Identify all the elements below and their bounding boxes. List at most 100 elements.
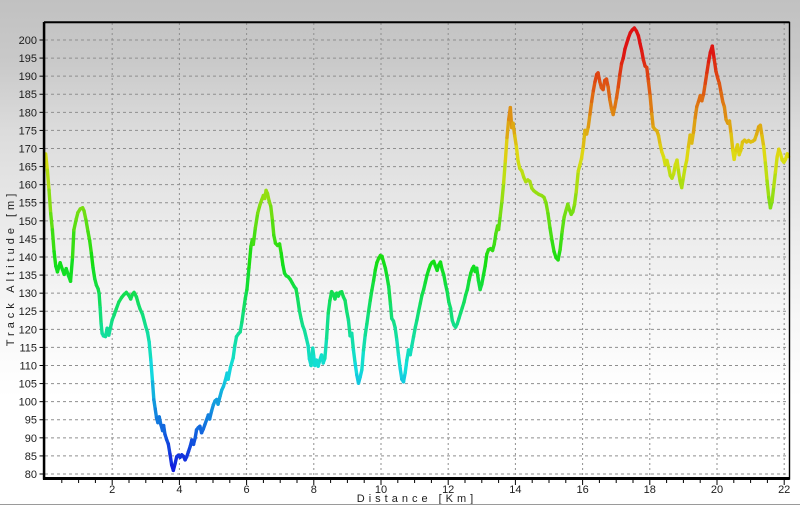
y-axis-title: Track Altitude [m]: [5, 190, 17, 347]
tick-labels: 8085909510010511011512012513013514014515…: [19, 35, 791, 496]
track-segment: [650, 96, 652, 114]
track-segment: [244, 299, 246, 311]
track-segment: [582, 147, 584, 158]
track-segment: [71, 257, 73, 281]
track-segment: [151, 360, 153, 382]
track-segment: [281, 253, 283, 265]
y-tick-label: 170: [19, 143, 37, 155]
track-segment: [775, 157, 777, 172]
y-tick-label: 110: [19, 360, 37, 372]
track-segment: [395, 328, 397, 340]
track-segment: [451, 308, 453, 320]
track-segment: [772, 186, 774, 200]
track-segment: [576, 171, 578, 192]
y-tick-label: 95: [25, 415, 37, 427]
track-segment: [608, 87, 610, 100]
y-tick-label: 80: [25, 469, 37, 481]
axis-ticks: [40, 40, 785, 485]
y-tick-label: 155: [19, 198, 37, 210]
track-segment: [648, 82, 650, 96]
track-segment: [51, 214, 53, 230]
track-segment: [228, 367, 230, 379]
track-segment: [787, 154, 788, 157]
track-segment: [362, 350, 364, 370]
track-segment: [712, 46, 714, 60]
track-segment: [389, 287, 391, 304]
track-segment: [369, 300, 371, 311]
y-tick-label: 150: [19, 216, 37, 228]
track-segment: [590, 101, 592, 114]
track-segment: [767, 181, 769, 197]
track-segment: [325, 338, 327, 358]
track-segment: [272, 221, 273, 235]
track-segment: [47, 170, 49, 190]
y-tick-label: 195: [19, 53, 37, 65]
x-tick-label: 14: [509, 484, 521, 496]
y-tick-label: 175: [19, 125, 37, 137]
track-segment: [233, 346, 235, 358]
x-tick-label: 18: [644, 484, 656, 496]
track-segment: [500, 201, 502, 215]
track-segment: [714, 60, 716, 72]
track-segment: [242, 310, 244, 322]
track-segment: [502, 183, 504, 201]
x-tick-label: 2: [109, 484, 115, 496]
track-segment: [507, 120, 509, 138]
track-segment: [765, 163, 767, 181]
y-tick-label: 130: [19, 288, 37, 300]
track-segment: [562, 217, 564, 231]
y-tick-label: 190: [19, 71, 37, 83]
track-segment: [352, 333, 354, 350]
x-tick-label: 16: [576, 484, 588, 496]
track-segment: [647, 67, 649, 81]
track-segment: [560, 232, 562, 250]
x-tick-label: 4: [176, 484, 182, 496]
track-segment: [693, 118, 695, 132]
track-segment: [729, 121, 731, 134]
track-segment: [548, 214, 550, 228]
track-segment: [499, 215, 501, 229]
x-tick-label: 22: [778, 484, 790, 496]
track-segment: [397, 340, 399, 355]
track-segment: [328, 300, 330, 313]
track-segment: [764, 147, 766, 163]
track-segment: [398, 355, 400, 368]
track-segment: [100, 308, 101, 324]
track-segment: [52, 230, 54, 252]
track-segment: [365, 324, 367, 335]
track-segment: [99, 294, 100, 308]
track-segment: [73, 230, 74, 257]
y-tick-label: 90: [25, 433, 37, 445]
track-segment: [504, 161, 506, 183]
x-tick-label: 20: [711, 484, 723, 496]
track-segment: [90, 241, 92, 254]
y-tick-label: 135: [19, 270, 37, 282]
y-tick-label: 125: [19, 306, 37, 318]
elevation-chart: 8085909510010511011512012513013514014515…: [0, 0, 800, 509]
x-tick-label: 8: [311, 484, 317, 496]
track-segment: [247, 268, 249, 290]
x-axis-title: Distance [Km]: [357, 493, 477, 505]
track-segment: [54, 252, 56, 266]
track-segment: [516, 147, 518, 161]
track-segment: [91, 253, 93, 267]
track-segment: [724, 107, 726, 120]
track-segment: [355, 363, 357, 375]
x-tick-label: 6: [244, 484, 250, 496]
elevation-profile-window: 8085909510010511011512012513013514014515…: [0, 0, 800, 509]
track-segment: [46, 154, 48, 170]
y-tick-label: 115: [19, 342, 37, 354]
y-tick-label: 180: [19, 107, 37, 119]
track-segment: [390, 304, 391, 318]
y-tick-label: 140: [19, 252, 37, 264]
y-tick-label: 185: [19, 89, 37, 101]
track-segment: [367, 312, 369, 324]
y-tick-label: 145: [19, 234, 37, 246]
track-segment: [149, 342, 151, 360]
track-segment: [505, 138, 507, 162]
y-tick-label: 165: [19, 162, 37, 174]
track-segment: [49, 190, 51, 214]
track-segment: [695, 107, 697, 118]
track-segment: [86, 220, 88, 232]
track-segment: [308, 346, 309, 359]
